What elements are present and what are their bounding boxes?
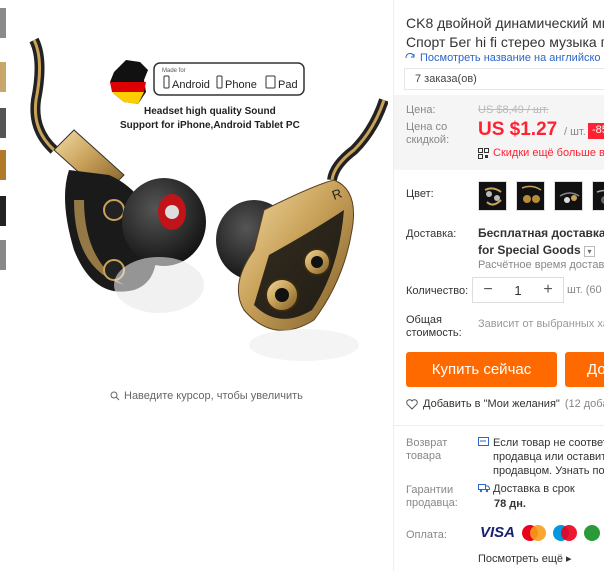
maestro-icon [553,524,578,541]
orders-count: 7 заказа(ов) [404,68,604,90]
product-title: CK8 двойной динамический мм 3 Спорт Бег … [406,14,604,52]
svg-text:Phone: Phone [225,79,257,91]
translate-title-link[interactable]: Посмотреть название на английско [404,52,601,64]
total-label: Общая стоимость: [406,314,462,340]
svg-text:Pad: Pad [278,79,298,91]
return-icon [478,437,489,446]
shipping-line1: Бесплатная доставка в R [478,226,604,240]
mastercard-icon [522,524,547,541]
shipping-line2-text: for Special Goods [478,243,581,257]
quantity-label: Количество: [406,285,469,297]
promo-text: Скидки ещё больше в п [493,147,604,159]
visa-icon: VISA [480,524,516,541]
product-title-line2: Спорт Бег hi fi стерео музыка гарн [406,34,604,50]
old-price: US $8,49 / шт. [478,104,549,116]
shipping-line2: for Special Goods ▾ [478,242,604,259]
color-swatch[interactable] [592,181,604,211]
thumbnail[interactable] [0,240,6,270]
heart-icon [406,398,418,410]
shipping-label: Доставка: [406,228,457,240]
seller-guarantee-label-line1: Гарантии [406,484,454,496]
total-label-line1: Общая [406,314,442,326]
shipping-option[interactable]: Бесплатная доставка в R for Special Good… [478,225,604,259]
color-options [478,181,604,211]
thumbnail[interactable] [0,62,6,92]
thumbnail[interactable] [0,150,6,180]
promo-link[interactable]: Скидки ещё больше в п [478,147,604,159]
thumbnail[interactable] [0,196,6,226]
zoom-hint: Наведите курсор, чтобы увеличить [110,390,303,402]
price-label: Цена: [406,104,436,116]
translate-icon [405,53,415,59]
svg-text:Android: Android [172,79,210,91]
section-divider [394,425,604,426]
color-swatch[interactable] [478,181,507,211]
quantity-input[interactable]: 1 [503,283,533,298]
seller-guarantee-label-line2: продавца: [406,497,458,509]
payment-label: Оплата: [406,529,447,541]
earphones-illustration: Made for Android Phone Pad Headset high … [29,37,388,361]
shipping-estimate: Расчётное время доставки [478,259,604,271]
svg-text:Support for iPhone,Android Tab: Support for iPhone,Android Tablet PC [120,120,300,131]
more-payment-link[interactable]: Посмотреть ещё ▸ [478,552,572,565]
product-image[interactable]: Made for Android Phone Pad Headset high … [14,0,388,384]
translate-link-text: Посмотреть название на английско [420,52,601,64]
magnifier-icon [110,391,120,401]
return-policy-line3[interactable]: продавцом. Узнать под [493,464,604,478]
delivery-truck-icon [478,484,490,493]
svg-text:Made for: Made for [162,68,186,74]
current-price: US $1.27 [478,119,558,140]
thumbnail[interactable] [0,108,6,138]
color-swatch[interactable] [516,181,545,211]
thumbnail[interactable] [0,8,6,38]
price-unit: / шт. [564,126,586,138]
return-label: Возврат товара [406,437,447,463]
return-policy-text: Если товар не соответс продавца или оста… [493,436,604,478]
return-policy-line1: Если товар не соответс [493,437,604,449]
discount-price-label: Цена со скидкой: [406,121,449,147]
delivery-days: 78 дн. [494,498,526,510]
total-note: Зависит от выбранных хар [478,318,604,330]
wishlist-count: (12 добав [564,398,604,410]
qr-code-icon [478,147,489,159]
return-label-line2: товара [406,450,442,462]
quantity-stepper: − 1 + [472,277,564,303]
return-label-line1: Возврат [406,437,448,449]
chevron-down-icon[interactable]: ▾ [584,246,596,257]
return-policy-line2: продавца или оставит [493,451,604,463]
color-label: Цвет: [406,188,434,200]
product-title-line1: CK8 двойной динамический мм 3 [406,15,604,31]
add-to-cart-button[interactable]: До [565,352,604,387]
svg-text:Headset high quality Sound: Headset high quality Sound [144,106,276,117]
zoom-hint-text: Наведите курсор, чтобы увеличить [124,390,303,402]
increase-button[interactable]: + [533,281,563,299]
discount-price-label-line1: Цена со [406,121,448,133]
seller-guarantee-label: Гарантии продавца: [406,484,458,510]
germany-flag-icon [110,60,148,104]
discount-badge: -85 [588,123,604,139]
thumbnail-strip [0,0,6,300]
add-to-wishlist-link[interactable]: Добавить в "Мои желания" (12 добав [406,398,604,410]
color-swatch[interactable] [554,181,583,211]
discount-price-label-line2: скидкой: [406,134,450,146]
decrease-button[interactable]: − [473,281,503,299]
buy-now-button[interactable]: Купить сейчас [406,352,557,387]
wishlist-text: Добавить в "Мои желания" [423,398,560,410]
delivery-guarantee: Доставка в срок [493,483,575,495]
payment-icon [584,524,604,541]
product-info-panel: CK8 двойной динамический мм 3 Спорт Бег … [394,0,604,571]
total-label-line2: стоимость: [406,327,462,339]
quantity-unit: шт. (60 [567,284,602,296]
payment-methods: VISA [480,524,604,541]
